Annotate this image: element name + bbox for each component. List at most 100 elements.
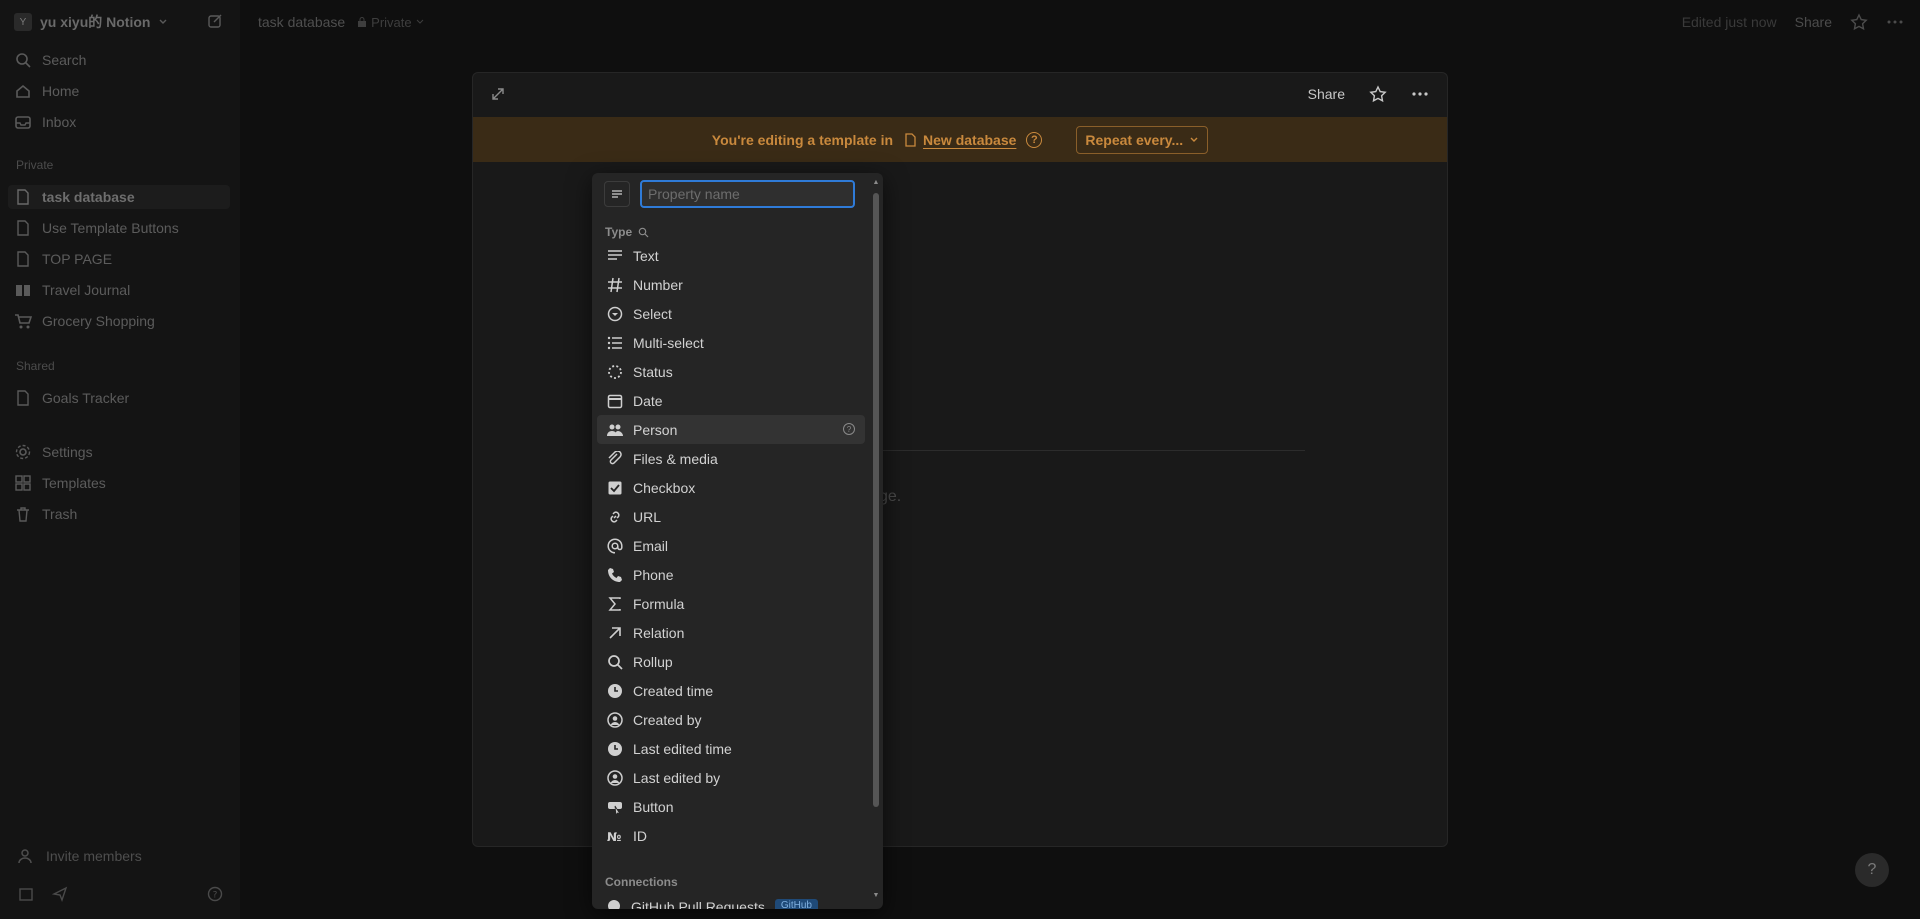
new-page-icon[interactable] xyxy=(207,13,223,29)
text-lines-icon xyxy=(608,249,622,260)
edited-status: Edited just now xyxy=(1681,14,1777,30)
breadcrumb-page[interactable]: task database xyxy=(258,14,345,30)
sidebar-item-label: Travel Journal xyxy=(42,282,131,298)
type-option-label: Created by xyxy=(633,711,702,728)
expand-icon[interactable] xyxy=(491,87,505,101)
calendar-app-icon[interactable] xyxy=(18,886,34,902)
svg-text:?: ? xyxy=(213,891,218,901)
workspace-name: yu xiyu的 Notion xyxy=(40,14,151,30)
star-icon[interactable] xyxy=(1850,13,1868,31)
privacy-badge[interactable]: Private xyxy=(357,15,423,30)
modal-share-button[interactable]: Share xyxy=(1308,86,1345,102)
send-icon[interactable] xyxy=(52,886,68,902)
scroll-down-arrow[interactable]: ▼ xyxy=(872,892,880,899)
user-circle-icon xyxy=(607,711,623,728)
magnifier-icon xyxy=(608,654,623,670)
type-option-relation[interactable]: Relation xyxy=(597,618,865,647)
sidebar-item-inbox[interactable]: Inbox xyxy=(14,110,76,134)
checkbox-icon xyxy=(608,481,622,494)
type-option-url[interactable]: URL xyxy=(597,502,865,531)
sidebar-item-travel-journal[interactable]: Travel Journal xyxy=(14,278,130,302)
connection-option-github[interactable]: GitHub Pull Requests GitHub xyxy=(607,899,818,909)
status-dotted-icon xyxy=(608,364,622,379)
star-icon[interactable] xyxy=(1369,85,1387,103)
help-fab-icon: ? xyxy=(1867,861,1877,878)
sidebar-item-settings[interactable]: Settings xyxy=(14,440,93,464)
sidebar-item-label: Search xyxy=(42,52,87,68)
workspace-switcher[interactable]: Y yu xiyu的 Notion xyxy=(14,11,168,33)
help-icon[interactable]: ? xyxy=(843,423,855,435)
sidebar-item-search[interactable]: Search xyxy=(14,48,86,72)
sidebar-item-goals-tracker[interactable]: Goals Tracker xyxy=(14,386,129,410)
type-option-phone[interactable]: Phone xyxy=(597,560,865,589)
type-option-multi-select[interactable]: Multi-select xyxy=(597,328,865,357)
type-section-label: Type xyxy=(605,225,649,239)
at-icon xyxy=(607,537,623,554)
more-icon[interactable] xyxy=(1411,85,1429,103)
repeat-button[interactable]: Repeat every... xyxy=(1076,125,1209,154)
type-option-status[interactable]: Status xyxy=(597,357,865,386)
sidebar-item-label: Use Template Buttons xyxy=(42,220,179,236)
type-option-label: URL xyxy=(633,508,662,525)
type-option-label: Status xyxy=(633,363,673,380)
banner-text: You're editing a template in xyxy=(711,131,894,148)
type-option-label: Multi-select xyxy=(633,334,704,351)
scroll-up-arrow[interactable]: ▲ xyxy=(872,179,880,186)
more-icon[interactable] xyxy=(1886,13,1904,31)
type-option-checkbox[interactable]: Checkbox xyxy=(597,473,865,502)
inbox-icon xyxy=(15,116,31,129)
gear-icon xyxy=(15,444,31,460)
type-option-email[interactable]: Email xyxy=(597,531,865,560)
type-option-label: Rollup xyxy=(633,653,673,670)
sidebar-item-label: Grocery Shopping xyxy=(42,313,155,329)
search-icon[interactable] xyxy=(638,227,649,238)
type-option-select[interactable]: Select xyxy=(597,299,865,328)
sidebar-item-trash[interactable]: Trash xyxy=(14,502,77,526)
sidebar-item-use-template-buttons[interactable]: Use Template Buttons xyxy=(14,216,179,240)
help-icon[interactable]: ? xyxy=(1026,131,1043,148)
link-icon xyxy=(610,510,620,523)
scroll-thumb[interactable] xyxy=(873,193,879,807)
type-option-button[interactable]: Button xyxy=(597,792,865,821)
type-option-rollup[interactable]: Rollup xyxy=(597,647,865,676)
calendar-icon xyxy=(607,394,623,408)
sidebar-item-home[interactable]: Home xyxy=(14,79,79,103)
type-option-formula[interactable]: Formula xyxy=(597,589,865,618)
connection-label: GitHub Pull Requests xyxy=(631,899,765,909)
type-option-person[interactable]: Person ? xyxy=(597,415,865,444)
clock-icon xyxy=(608,683,622,698)
sidebar-item-top-page[interactable]: TOP PAGE xyxy=(14,247,112,271)
cursor-button-icon xyxy=(608,801,622,815)
type-option-files-media[interactable]: Files & media xyxy=(597,444,865,473)
type-option-label: Files & media xyxy=(633,450,718,467)
property-type-button[interactable] xyxy=(604,181,630,207)
type-option-date[interactable]: Date xyxy=(597,386,865,415)
help-button[interactable]: ? xyxy=(1855,853,1889,887)
sidebar-item-grocery-shopping[interactable]: Grocery Shopping xyxy=(14,309,155,333)
sidebar-item-templates[interactable]: Templates xyxy=(14,471,106,495)
type-option-created-time[interactable]: Created time xyxy=(597,676,865,705)
book-icon xyxy=(16,285,30,296)
type-option-last-edited-by[interactable]: Last edited by xyxy=(597,763,865,792)
property-type-menu: Type Text Number Select Multi-select Sta… xyxy=(592,173,883,909)
sidebar-item-task-database[interactable]: task database xyxy=(8,185,230,209)
user-circle-icon xyxy=(607,769,623,786)
property-name-input[interactable] xyxy=(640,180,855,208)
share-button[interactable]: Share xyxy=(1795,14,1832,30)
banner-database-link[interactable]: New database xyxy=(903,132,1016,148)
sidebar-item-label: task database xyxy=(42,189,135,205)
cart-icon xyxy=(15,314,32,329)
type-option-label: Button xyxy=(633,798,674,815)
invite-members-button[interactable]: Invite members xyxy=(18,847,142,865)
type-option-text[interactable]: Text xyxy=(597,241,865,270)
type-option-number[interactable]: Number xyxy=(597,270,865,299)
chevron-down-icon xyxy=(416,19,423,24)
type-option-id[interactable]: № ID xyxy=(597,821,865,850)
type-option-created-by[interactable]: Created by xyxy=(597,705,865,734)
menu-scrollbar[interactable]: ▲ ▼ xyxy=(871,179,881,903)
page-icon xyxy=(17,390,29,406)
type-option-last-edited-time[interactable]: Last edited time xyxy=(597,734,865,763)
workspace-avatar: Y xyxy=(14,13,32,31)
people-icon xyxy=(607,424,623,436)
help-icon[interactable]: ? xyxy=(207,886,223,902)
